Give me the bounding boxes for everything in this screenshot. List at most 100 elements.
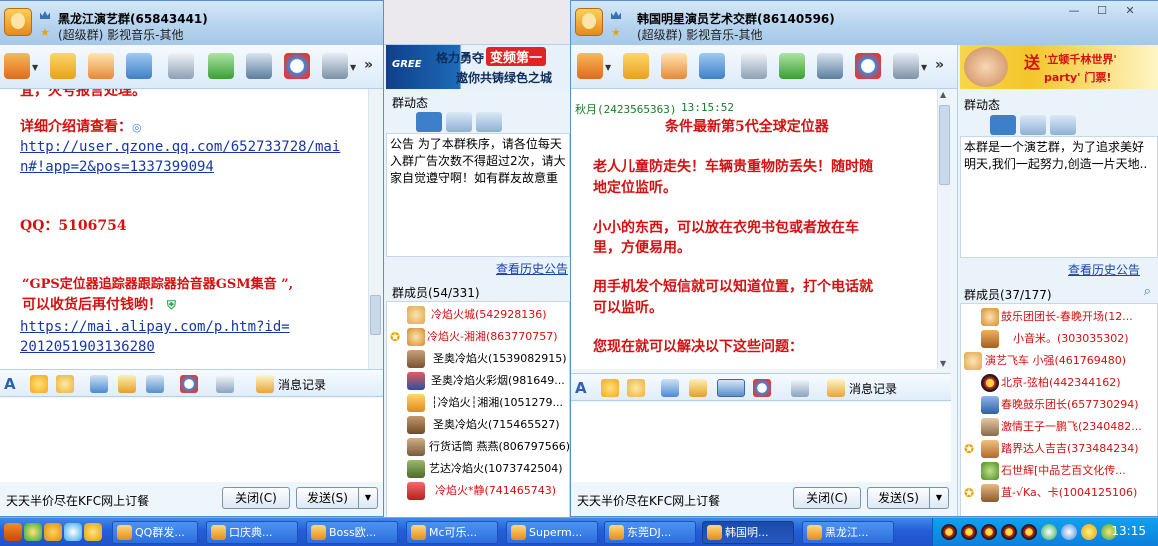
soso-icon[interactable] (180, 375, 198, 393)
magic-emoji-icon[interactable] (56, 375, 74, 393)
home-icon[interactable] (4, 53, 30, 79)
font-icon[interactable]: A (575, 379, 593, 397)
shield-icon[interactable] (1041, 524, 1057, 540)
image-icon[interactable] (90, 375, 108, 393)
font-icon[interactable]: A (4, 375, 22, 393)
scrollbar-thumb[interactable] (370, 295, 381, 335)
close-button[interactable]: 关闭(C) (222, 487, 290, 509)
album-icon[interactable] (126, 53, 152, 79)
speaker-icon[interactable] (990, 115, 1016, 135)
close-button[interactable]: 关闭(C) (793, 487, 861, 509)
taskbar-button[interactable]: 东莞DJ... (604, 521, 696, 544)
chat-link[interactable]: https://mai.alipay.com/p.htm?id= (20, 317, 290, 337)
member-item[interactable]: ✪ 苴-√Ka、卡(1004125106) (961, 482, 1157, 504)
screenshot-icon[interactable] (146, 375, 164, 393)
title-bar[interactable]: ★ 韩国明星演员艺术交群(86140596) (超级群) 影视音乐-其他 — ☐… (571, 1, 1158, 45)
add-app-icon[interactable] (208, 53, 234, 79)
group-avatar[interactable] (4, 8, 32, 36)
send-options-button[interactable]: ▼ (358, 487, 378, 509)
soso-icon[interactable] (753, 379, 771, 397)
member-item[interactable]: ✪ 冷焰火-湘湘(863770757) (387, 326, 569, 348)
member-item[interactable]: 冷焰火*静(741465743) (387, 480, 569, 502)
taskbar-button[interactable]: Superm... (506, 521, 598, 544)
notebook-icon[interactable] (88, 53, 114, 79)
member-item[interactable]: 激情王子一鹏飞(2340482... (961, 416, 1157, 438)
emoji-icon[interactable] (601, 379, 619, 397)
quicklaunch-icon[interactable] (24, 523, 42, 541)
message-record-button[interactable]: 消息记录 (849, 380, 897, 397)
ad-link[interactable]: 天天半价尽在KFC网上订餐 (6, 492, 149, 509)
gear-icon[interactable] (322, 53, 348, 79)
qq-icon[interactable] (1001, 524, 1017, 540)
chevron-down-icon[interactable]: ▼ (605, 63, 611, 72)
member-item[interactable]: 石世辉[中品艺百文化传... (961, 460, 1157, 482)
settings-icon[interactable] (216, 375, 234, 393)
taskbar-button[interactable]: 口庆典... (206, 521, 298, 544)
image-icon[interactable] (1020, 115, 1046, 135)
taskbar-button[interactable]: Mc可乐... (406, 521, 498, 544)
member-item[interactable]: 春晚鼓乐团长(657730294) (961, 394, 1157, 416)
member-item[interactable]: ┆冷焰火┆湘湘(1051279... (387, 392, 569, 414)
quicklaunch-icon[interactable] (84, 523, 102, 541)
network-icon[interactable] (1061, 524, 1077, 540)
taskbar-button[interactable]: 黑龙江... (802, 521, 894, 544)
ad-link[interactable]: 天天半价尽在KFC网上订餐 (577, 492, 720, 509)
maximize-button[interactable]: ☐ (1090, 4, 1114, 20)
title-bar[interactable]: ★ 黑龙江演艺群(65843441) (超级群) 影视音乐-其他 (0, 1, 383, 45)
image-icon[interactable] (446, 112, 472, 132)
history-notice-link[interactable]: 查看历史公告 (1068, 261, 1140, 278)
more-icon[interactable]: » (935, 57, 944, 73)
folder-icon[interactable] (50, 53, 76, 79)
send-button[interactable]: 发送(S) (296, 487, 358, 509)
home-icon[interactable] (577, 53, 603, 79)
chat-link[interactable]: n#!app=2&pos=1337399094 (20, 157, 214, 177)
member-item[interactable]: 圣奥冷焰火彩烟(981649... (387, 370, 569, 392)
send-button[interactable]: 发送(S) (867, 487, 929, 509)
chat-history[interactable]: 秋月(2423565363) 13:15:52 条件最新第5代全球定位器 老人儿… (571, 89, 937, 369)
member-item[interactable]: 演艺飞车 小强(461769480) (961, 350, 1157, 372)
soso-icon[interactable] (284, 53, 310, 79)
group-avatar[interactable] (575, 8, 603, 36)
add-app-icon[interactable] (779, 53, 805, 79)
quicklaunch-icon[interactable] (44, 523, 62, 541)
chevron-down-icon[interactable]: ▼ (921, 63, 927, 72)
chat-link[interactable]: 2012051903136280 (20, 337, 155, 357)
image-icon[interactable] (661, 379, 679, 397)
scroll-down-icon[interactable]: ▼ (940, 359, 946, 368)
scroll-up-icon[interactable]: ▲ (940, 90, 946, 99)
volume-icon[interactable] (1081, 524, 1097, 540)
members-list[interactable]: 冷焰火城(542928136) ✪ 冷焰火-湘湘(863770757) 圣奥冷焰火… (386, 301, 570, 518)
member-item[interactable]: 小音米。(303035302) (961, 328, 1157, 350)
chat-history[interactable]: 宜，灭号报言处理。 详细介绍请查看：◎ http://user.qzone.qq… (0, 89, 368, 369)
quicklaunch-icon[interactable] (64, 523, 82, 541)
share-icon[interactable] (476, 112, 502, 132)
quicklaunch-icon[interactable] (4, 523, 22, 541)
qq-icon[interactable] (961, 524, 977, 540)
soso-icon[interactable] (855, 53, 881, 79)
member-item[interactable]: 圣奥冷焰火(1539082915) (387, 348, 569, 370)
search-icon[interactable]: ⌕ (1144, 284, 1151, 299)
qq-icon[interactable] (941, 524, 957, 540)
folder-icon[interactable] (623, 53, 649, 79)
chevron-down-icon[interactable]: ▼ (32, 63, 38, 72)
emoji-icon[interactable] (30, 375, 48, 393)
taskbar-button[interactable]: QQ群发... (112, 521, 198, 544)
member-item[interactable]: 艺达冷焰火(1073742504) (387, 458, 569, 480)
music-icon[interactable] (118, 375, 136, 393)
scrollbar-thumb[interactable] (939, 105, 950, 185)
notebook-icon[interactable] (661, 53, 687, 79)
member-item[interactable]: ✪ 踏界达人吉吉(373484234) (961, 438, 1157, 460)
taskbar-button[interactable]: 韩国明... (702, 521, 794, 544)
tools-icon[interactable] (246, 53, 272, 79)
close-window-button[interactable]: ✕ (1118, 4, 1142, 20)
more-icon[interactable]: » (364, 57, 373, 73)
history-notice-link[interactable]: 查看历史公告 (496, 260, 568, 277)
chat-link[interactable]: http://user.qzone.qq.com/652733728/mai (20, 137, 340, 157)
qq-icon[interactable] (981, 524, 997, 540)
speaker-icon[interactable] (416, 112, 442, 132)
chevron-down-icon[interactable]: ▼ (350, 63, 356, 72)
minimize-button[interactable]: — (1062, 4, 1086, 20)
screenshot-icon[interactable] (717, 379, 745, 397)
ad-banner[interactable]: GREE 格力勇夺 变频第一 遨你共铸绿色之城 (386, 45, 570, 89)
member-item[interactable]: 行货话筒 燕燕(806797566) (387, 436, 569, 458)
